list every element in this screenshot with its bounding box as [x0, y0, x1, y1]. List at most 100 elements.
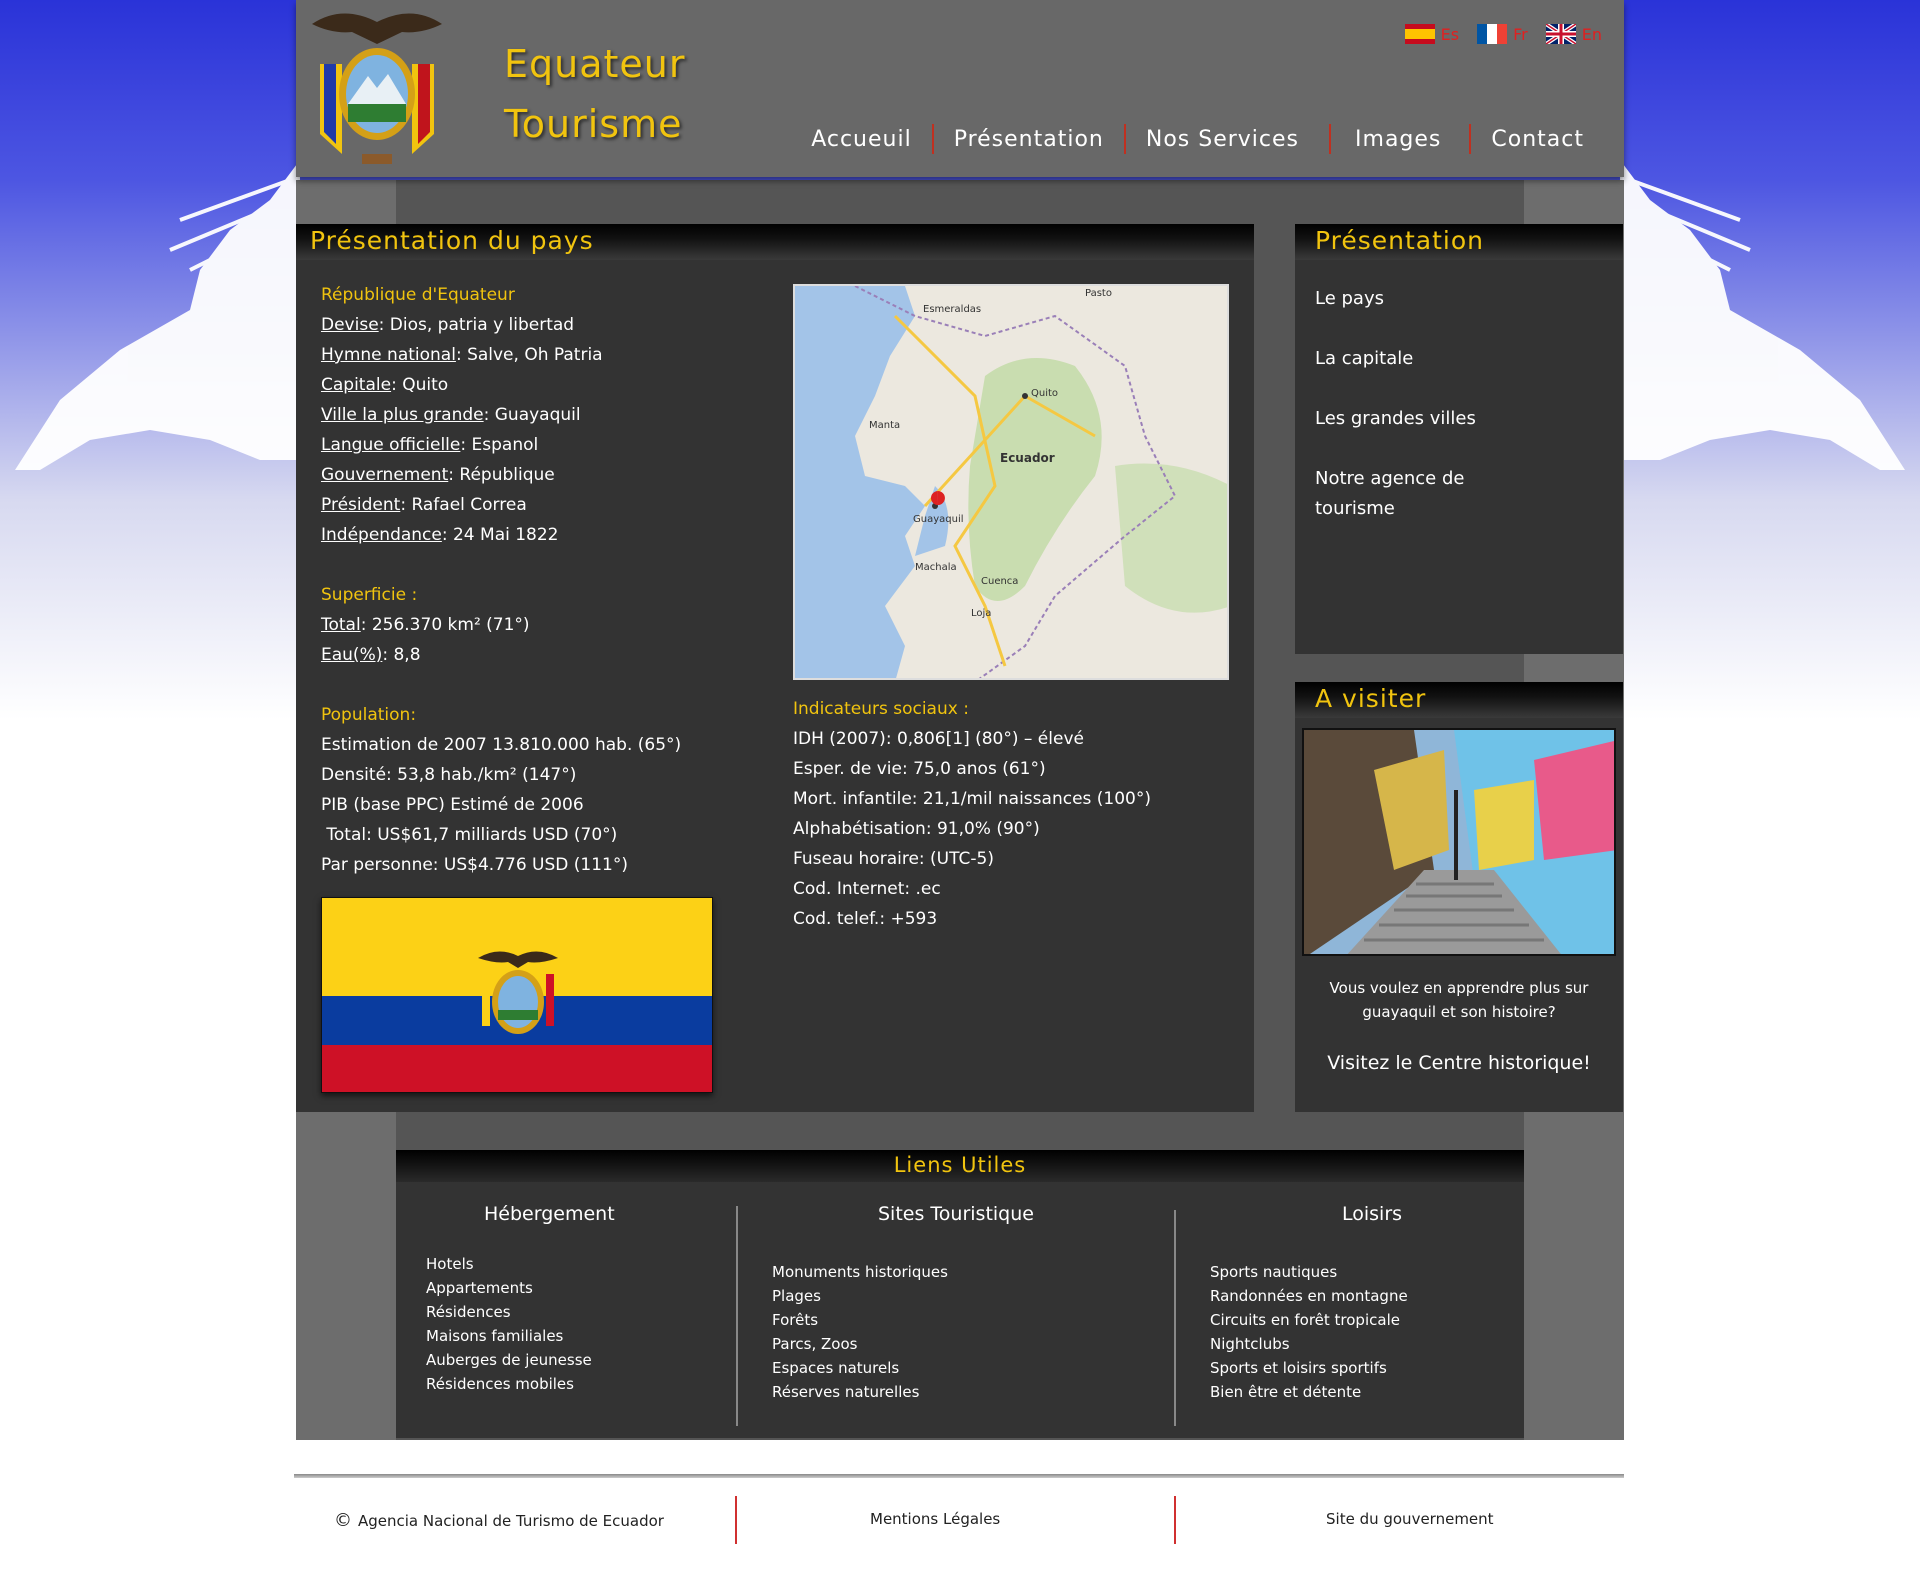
- map-label-country: Ecuador: [1000, 451, 1055, 465]
- ecuador-flag-image: [321, 897, 713, 1093]
- fact-row: Président: Rafael Correa: [321, 490, 781, 520]
- fact-label[interactable]: Indépendance: [321, 525, 442, 545]
- footer-separator: [1174, 1496, 1176, 1544]
- ecuador-map[interactable]: Ecuador Quito Guayaquil Manta Cuenca Esm…: [793, 284, 1229, 680]
- fact-row: Hymne national: Salve, Oh Patria: [321, 340, 781, 370]
- copyright-icon: ©: [334, 1510, 352, 1531]
- language-switcher: Es Fr En: [1404, 24, 1602, 44]
- indicator-line: Fuseau horaire: (UTC-5): [793, 849, 994, 869]
- fact-row: Ville la plus grande: Guayaquil: [321, 400, 781, 430]
- site-footer: © Agencia Nacional de Turismo de Ecuador…: [294, 1496, 1624, 1546]
- link-item[interactable]: Appartements: [426, 1276, 686, 1300]
- link-item[interactable]: Sports et loisirs sportifs: [1210, 1356, 1510, 1380]
- link-item[interactable]: Circuits en forêt tropicale: [1210, 1308, 1510, 1332]
- link-item[interactable]: Nightclubs: [1210, 1332, 1510, 1356]
- nav-accueil[interactable]: Accueuil: [791, 127, 932, 152]
- sidebar-item-le-pays[interactable]: Le pays: [1315, 284, 1603, 314]
- uk-flag-icon: [1545, 24, 1576, 44]
- footer-gouvernement-link[interactable]: Site du gouvernement: [1326, 1510, 1494, 1528]
- fact-value: : Rafael Correa: [400, 495, 527, 515]
- link-item[interactable]: Parcs, Zoos: [772, 1332, 1072, 1356]
- fact-label[interactable]: Langue officielle: [321, 435, 460, 455]
- fact-value: : Dios, patria y libertad: [378, 315, 575, 335]
- lang-en-label: En: [1581, 24, 1602, 44]
- link-item[interactable]: Plages: [772, 1284, 1072, 1308]
- link-item[interactable]: Réserves naturelles: [772, 1380, 1072, 1404]
- presentation-sidebar: Présentation Le pays La capitale Les gra…: [1295, 224, 1623, 654]
- main-nav: Accueuil Présentation Nos Services Image…: [791, 124, 1604, 154]
- sidebar-item-la-capitale[interactable]: La capitale: [1315, 344, 1603, 374]
- lang-es-link[interactable]: Es: [1404, 24, 1459, 44]
- fact-value: : Quito: [391, 375, 449, 395]
- link-item[interactable]: Randonnées en montagne: [1210, 1284, 1510, 1308]
- superficie-heading: Superficie :: [321, 585, 418, 605]
- nav-presentation[interactable]: Présentation: [934, 127, 1124, 152]
- indicator-line: Esper. de vie: 75,0 anos (61°): [793, 759, 1046, 779]
- map-label-guayaquil: Guayaquil: [913, 514, 964, 525]
- sidebar-item-grandes-villes[interactable]: Les grandes villes: [1315, 404, 1603, 434]
- visit-description: Vous voulez en apprendre plus sur guayaq…: [1329, 979, 1589, 1021]
- fact-label[interactable]: Hymne national: [321, 345, 456, 365]
- nav-nos-services[interactable]: Nos Services: [1126, 127, 1329, 152]
- links-column-title: Sites Touristique: [878, 1203, 1034, 1225]
- link-item[interactable]: Sports nautiques: [1210, 1260, 1510, 1284]
- lang-fr-label: Fr: [1513, 24, 1528, 44]
- nav-images[interactable]: Images: [1331, 127, 1469, 152]
- indicator-line: IDH (2007): 0,806[1] (80°) – élevé: [793, 729, 1084, 749]
- footer-copyright: © Agencia Nacional de Turismo de Ecuador: [334, 1510, 664, 1531]
- map-label-cuenca: Cuenca: [981, 576, 1019, 587]
- france-flag-icon: [1477, 24, 1508, 44]
- link-item[interactable]: Résidences: [426, 1300, 686, 1324]
- fact-row: Devise: Dios, patria y libertad: [321, 310, 781, 340]
- useful-links-title: Liens Utiles: [396, 1150, 1524, 1182]
- fact-label[interactable]: Devise: [321, 315, 379, 335]
- link-item[interactable]: Monuments historiques: [772, 1260, 1072, 1284]
- fact-value: : 256.370 km² (71°): [360, 615, 530, 635]
- nav-contact[interactable]: Contact: [1471, 127, 1604, 152]
- fact-value: : République: [448, 465, 555, 485]
- guayaquil-street-photo[interactable]: [1302, 728, 1616, 956]
- fact-label[interactable]: Ville la plus grande: [321, 405, 484, 425]
- link-item[interactable]: Forêts: [772, 1308, 1072, 1332]
- sidebar-item-agence[interactable]: Notre agence de tourisme: [1315, 464, 1515, 524]
- visit-centre-historique-link[interactable]: Visitez le Centre historique!: [1295, 1052, 1623, 1074]
- republic-heading: République d'Equateur: [321, 285, 515, 305]
- spain-flag-icon: [1404, 24, 1435, 44]
- ecuador-coat-of-arms-logo[interactable]: [302, 4, 452, 174]
- footer-copyright-text: Agencia Nacional de Turismo de Ecuador: [358, 1511, 664, 1530]
- link-item[interactable]: Bien être et détente: [1210, 1380, 1510, 1404]
- site-header: Equateur Tourisme Es Fr En Accueuil Prés…: [296, 0, 1624, 177]
- fact-row: Gouvernement: République: [321, 460, 781, 490]
- links-column-sites: Sites Touristique Monuments historiques …: [772, 1202, 1072, 1404]
- links-column-title: Loisirs: [1342, 1203, 1403, 1225]
- fact-label[interactable]: Total: [321, 615, 361, 635]
- population-line: Par personne: US$4.776 USD (111°): [321, 855, 628, 875]
- lang-fr-link[interactable]: Fr: [1477, 24, 1528, 44]
- useful-links-inner: Liens Utiles Hébergement Hotels Appartem…: [396, 1150, 1524, 1438]
- map-label-esmeraldas: Esmeraldas: [923, 304, 982, 315]
- link-item[interactable]: Auberges de jeunesse: [426, 1348, 686, 1372]
- fact-value: : 24 Mai 1822: [441, 525, 559, 545]
- visit-title: A visiter: [1295, 682, 1623, 718]
- map-label-loja: Loja: [971, 608, 992, 619]
- fact-label[interactable]: Capitale: [321, 375, 391, 395]
- fact-label[interactable]: Président: [321, 495, 400, 515]
- fact-row: Capitale: Quito: [321, 370, 781, 400]
- link-item[interactable]: Espaces naturels: [772, 1356, 1072, 1380]
- population-heading: Population:: [321, 705, 417, 725]
- fact-row: Indépendance: 24 Mai 1822: [321, 520, 781, 550]
- link-item[interactable]: Résidences mobiles: [426, 1372, 686, 1396]
- link-item[interactable]: Maisons familiales: [426, 1324, 686, 1348]
- lang-en-link[interactable]: En: [1545, 24, 1602, 44]
- site-brand[interactable]: Equateur Tourisme: [504, 34, 686, 154]
- fact-label[interactable]: Gouvernement: [321, 465, 448, 485]
- indicator-line: Alphabétisation: 91,0% (90°): [793, 819, 1040, 839]
- population-line: Densité: 53,8 hab./km² (147°): [321, 765, 577, 785]
- link-item[interactable]: Hotels: [426, 1252, 686, 1276]
- map-label-pasto: Pasto: [1085, 288, 1112, 299]
- links-column-title: Hébergement: [484, 1203, 615, 1225]
- column-divider: [736, 1206, 738, 1426]
- fact-label[interactable]: Eau(%): [321, 645, 382, 665]
- footer-mentions-legales-link[interactable]: Mentions Légales: [870, 1510, 1000, 1528]
- footer-divider: [294, 1474, 1624, 1478]
